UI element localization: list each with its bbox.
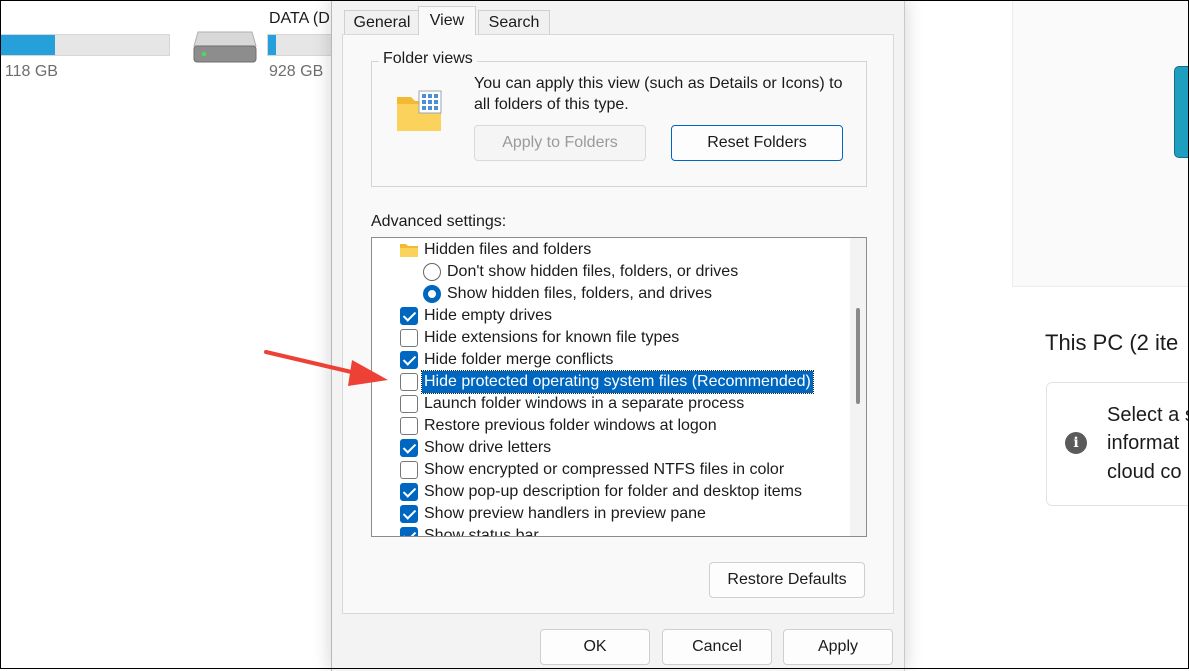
setting-label: Show encrypted or compressed NTFS files … xyxy=(424,461,785,478)
folder-icon xyxy=(400,244,418,257)
setting-label: Show hidden files, folders, and drives xyxy=(447,285,713,302)
drive-d-size: 928 GB xyxy=(269,63,324,80)
tab-view[interactable]: View xyxy=(418,6,476,35)
checkbox-checked[interactable] xyxy=(400,351,418,369)
setting-label: Hide protected operating system files (R… xyxy=(421,370,814,394)
apply-button[interactable]: Apply xyxy=(783,629,893,665)
advanced-settings-list[interactable]: Hidden files and folders Don't show hidd… xyxy=(371,237,867,537)
setting-label: Launch folder windows in a separate proc… xyxy=(424,395,745,412)
checkbox-checked[interactable] xyxy=(400,483,418,501)
cancel-button[interactable]: Cancel xyxy=(662,629,772,665)
setting-label: Restore previous folder windows at logon xyxy=(424,417,717,434)
info-icon: i xyxy=(1065,432,1087,454)
setting-label: Show drive letters xyxy=(424,439,552,456)
setting-label: Hide extensions for known file types xyxy=(424,329,680,346)
radio-button-selected[interactable] xyxy=(423,285,441,303)
checkbox[interactable] xyxy=(400,395,418,413)
annotation-arrow-icon xyxy=(264,350,388,386)
checkbox-checked[interactable] xyxy=(400,307,418,325)
tab-general[interactable]: General xyxy=(344,10,420,34)
drive-c-usage-fill xyxy=(1,35,55,55)
folder-views-description: You can apply this view (such as Details… xyxy=(474,75,843,113)
ok-button[interactable]: OK xyxy=(540,629,650,665)
restore-defaults-button[interactable]: Restore Defaults xyxy=(709,562,865,598)
preview-pane xyxy=(1012,0,1189,287)
info-line-3: cloud co xyxy=(1107,461,1182,483)
checkbox-checked[interactable] xyxy=(400,527,418,536)
preview-thumbnail xyxy=(1174,66,1189,158)
checkbox[interactable] xyxy=(400,461,418,479)
this-pc-title: This PC (2 ite xyxy=(1045,330,1179,355)
checkbox-checked[interactable] xyxy=(400,439,418,457)
checkbox[interactable] xyxy=(400,329,418,347)
setting-label: Hidden files and folders xyxy=(424,241,592,258)
advanced-settings-label: Advanced settings: xyxy=(371,213,507,230)
tab-search[interactable]: Search xyxy=(478,10,550,34)
radio-button[interactable] xyxy=(423,263,441,281)
setting-label: Show status bar xyxy=(424,527,539,537)
folder-views-icon xyxy=(397,90,442,131)
checkbox[interactable] xyxy=(400,417,418,435)
setting-label: Show pop-up description for folder and d… xyxy=(424,483,802,500)
apply-to-folders-button[interactable]: Apply to Folders xyxy=(474,125,646,161)
drive-c-size: f 118 GB xyxy=(0,63,58,80)
folder-options-dialog: General View Search Folder views You can… xyxy=(331,0,905,671)
reset-folders-button[interactable]: Reset Folders xyxy=(671,125,843,161)
setting-label: Hide empty drives xyxy=(424,307,553,324)
folder-views-legend: Folder views xyxy=(379,50,477,68)
list-scrollbar-thumb[interactable] xyxy=(856,308,860,404)
info-line-2: informat xyxy=(1107,432,1180,454)
drive-c-usage-bar xyxy=(0,34,170,56)
info-line-1: Select a s xyxy=(1107,404,1189,426)
setting-label: Don't show hidden files, folders, or dri… xyxy=(447,263,739,280)
setting-label: Show preview handlers in preview pane xyxy=(424,505,706,522)
view-tab-panel: Folder views You can apply this view (su… xyxy=(342,34,894,614)
hard-drive-icon xyxy=(193,31,257,63)
drive-d-usage-fill xyxy=(268,35,276,55)
checkbox[interactable] xyxy=(400,373,418,391)
drive-d-name: DATA (D xyxy=(269,10,330,27)
setting-label: Hide folder merge conflicts xyxy=(424,351,614,368)
checkbox-checked[interactable] xyxy=(400,505,418,523)
